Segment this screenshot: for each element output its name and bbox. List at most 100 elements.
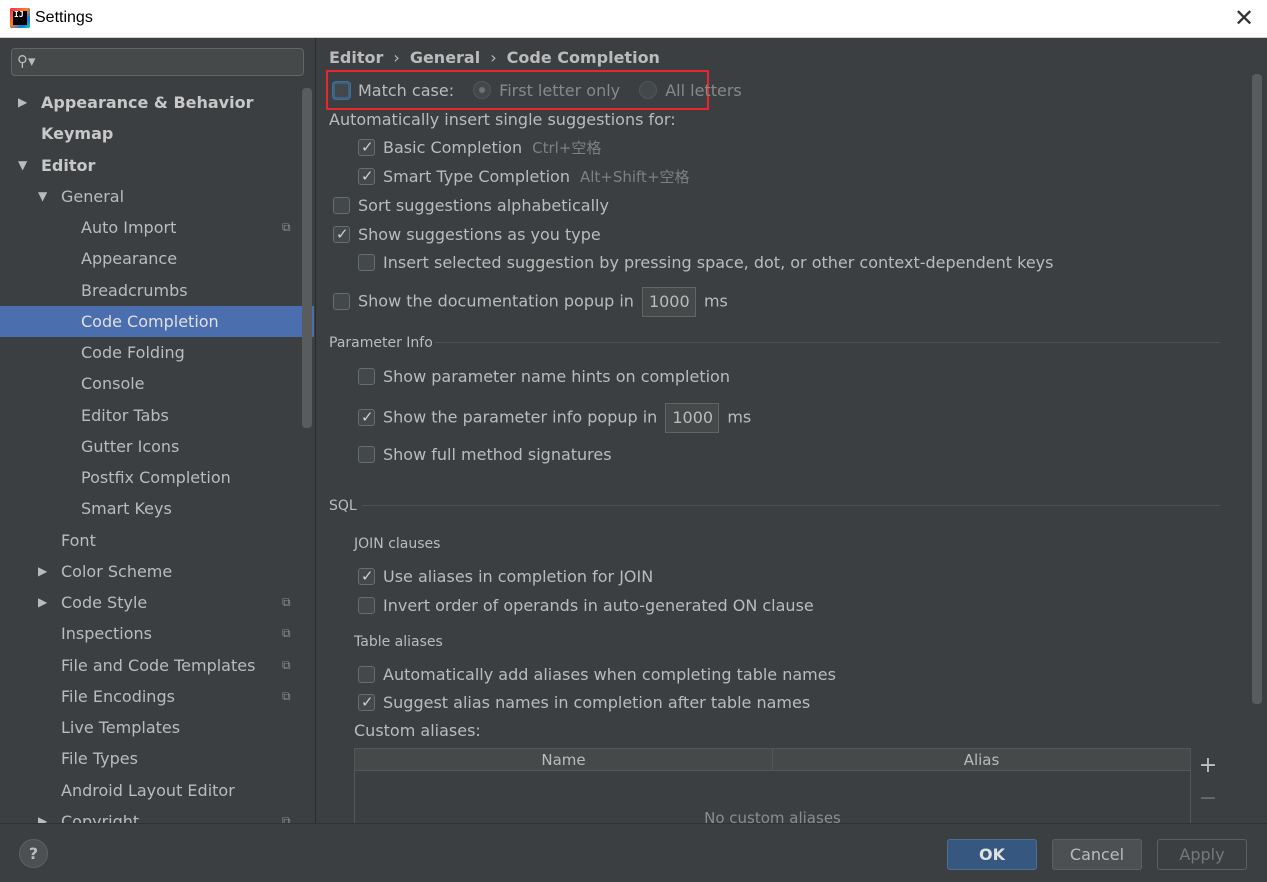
tree-item-appearance[interactable]: Appearance — [0, 243, 314, 274]
breadcrumb-separator-icon: › — [393, 48, 400, 67]
use-aliases-label: Use aliases in completion for JOIN — [383, 567, 654, 586]
code-completion-settings-panel: Editor › General › Code Completion Match cas… — [317, 38, 1267, 823]
param-info-delay-field[interactable]: 1000 — [665, 403, 720, 433]
sort-alpha-checkbox[interactable] — [333, 197, 350, 214]
insert-selected-checkbox[interactable] — [358, 254, 375, 271]
ok-button[interactable]: OK — [947, 839, 1037, 870]
full-signatures-checkbox[interactable] — [358, 446, 375, 463]
custom-aliases-label: Custom aliases: — [354, 721, 481, 740]
doc-popup-unit: ms — [703, 291, 728, 311]
settings-search-field[interactable]: ⚲▾ — [11, 48, 304, 76]
cancel-button[interactable]: Cancel — [1052, 839, 1142, 870]
match-case-row: Match case: First letter only All letter… — [333, 80, 742, 104]
tree-item-copyright[interactable]: ▶ Copyright ⧉ — [0, 806, 314, 823]
expand-arrow-icon[interactable]: ▶ — [38, 587, 47, 618]
tree-scrollbar[interactable] — [302, 88, 312, 428]
settings-tree-panel: ⚲▾ ▶ Appearance & Behavior Keymap ▼ Edit… — [0, 38, 316, 823]
tree-item-keymap[interactable]: Keymap — [0, 118, 314, 149]
use-aliases-row: Use aliases in completion for JOIN — [358, 565, 654, 590]
content-scrollbar[interactable] — [1252, 74, 1262, 704]
tree-item-appearance-behavior[interactable]: ▶ Appearance & Behavior — [0, 87, 314, 118]
param-info-popup-row: Show the parameter info popup in 1000 ms — [358, 403, 751, 435]
help-button[interactable]: ? — [19, 839, 48, 868]
basic-completion-row: Basic Completion Ctrl+空格 — [358, 136, 602, 161]
doc-popup-delay-field[interactable]: 1000 — [641, 287, 696, 317]
tree-item-live-templates[interactable]: Live Templates — [0, 712, 314, 743]
full-signatures-label: Show full method signatures — [383, 445, 612, 464]
param-name-hints-checkbox[interactable] — [358, 368, 375, 385]
tree-item-smart-keys[interactable]: Smart Keys — [0, 493, 314, 524]
intellij-app-icon: IJ — [10, 8, 30, 28]
tree-item-postfix-completion[interactable]: Postfix Completion — [0, 462, 314, 493]
full-signatures-row: Show full method signatures — [358, 444, 612, 468]
custom-aliases-table: Name Alias No custom aliases — [354, 748, 1191, 823]
tree-item-code-style[interactable]: ▶ Code Style ⧉ — [0, 587, 314, 618]
basic-completion-label: Basic Completion — [383, 138, 523, 157]
project-scope-icon: ⧉ — [282, 814, 291, 823]
tree-item-editor[interactable]: ▼ Editor — [0, 150, 314, 181]
expand-arrow-icon[interactable]: ▶ — [18, 87, 27, 118]
tree-item-file-code-templates[interactable]: File and Code Templates ⧉ — [0, 650, 314, 681]
param-name-hints-row: Show parameter name hints on completion — [358, 366, 730, 390]
table-aliases-title: Table aliases — [354, 634, 443, 650]
insert-selected-label: Insert selected suggestion by pressing s… — [383, 253, 1054, 272]
auto-insert-heading: Automatically insert single suggestions … — [329, 110, 676, 129]
tree-item-color-scheme[interactable]: ▶ Color Scheme — [0, 556, 314, 587]
suggest-alias-checkbox[interactable] — [358, 691, 375, 713]
breadcrumb-editor[interactable]: Editor — [329, 48, 383, 67]
column-header-name[interactable]: Name — [355, 749, 773, 771]
tree-item-inspections[interactable]: Inspections ⧉ — [0, 618, 314, 649]
parameter-info-title: Parameter Info — [329, 335, 433, 351]
expand-arrow-icon[interactable]: ▶ — [38, 556, 47, 587]
project-scope-icon: ⧉ — [282, 658, 291, 672]
collapse-arrow-icon[interactable]: ▼ — [38, 181, 47, 212]
tree-item-general[interactable]: ▼ General — [0, 181, 314, 212]
tree-item-editor-tabs[interactable]: Editor Tabs — [0, 400, 314, 431]
tree-item-gutter-icons[interactable]: Gutter Icons — [0, 431, 314, 462]
sql-title: SQL — [329, 498, 357, 514]
match-case-label: Match case: — [358, 81, 455, 100]
tree-item-file-encodings[interactable]: File Encodings ⧉ — [0, 681, 314, 712]
param-info-popup-checkbox[interactable] — [358, 406, 375, 428]
param-name-hints-label: Show parameter name hints on completion — [383, 367, 730, 386]
tree-item-code-completion[interactable]: Code Completion — [0, 306, 314, 337]
doc-popup-checkbox[interactable] — [333, 292, 350, 310]
close-icon[interactable]: ✕ — [1229, 4, 1259, 34]
tree-item-android-layout-editor[interactable]: Android Layout Editor — [0, 775, 314, 806]
tree-item-console[interactable]: Console — [0, 368, 314, 399]
column-header-alias[interactable]: Alias — [773, 749, 1190, 771]
show-as-type-checkbox[interactable] — [333, 223, 350, 245]
add-alias-icon[interactable]: + — [1197, 753, 1219, 778]
first-letter-only-radio[interactable] — [473, 81, 492, 99]
breadcrumb-code-completion: Code Completion — [506, 48, 660, 67]
project-scope-icon: ⧉ — [282, 626, 291, 640]
all-letters-radio[interactable] — [639, 81, 658, 99]
smart-type-completion-label: Smart Type Completion — [383, 167, 570, 186]
use-aliases-checkbox[interactable] — [358, 565, 375, 587]
tree-item-code-folding[interactable]: Code Folding — [0, 337, 314, 368]
tree-item-breadcrumbs[interactable]: Breadcrumbs — [0, 275, 314, 306]
smart-type-completion-shortcut: Alt+Shift+空格 — [579, 168, 690, 186]
tree-item-auto-import[interactable]: Auto Import ⧉ — [0, 212, 314, 243]
collapse-arrow-icon[interactable]: ▼ — [18, 150, 27, 181]
show-as-type-row: Show suggestions as you type — [333, 223, 601, 248]
tree-item-file-types[interactable]: File Types — [0, 743, 314, 774]
show-as-type-label: Show suggestions as you type — [358, 225, 601, 244]
invert-order-label: Invert order of operands in auto-generat… — [383, 596, 814, 615]
dialog-button-bar: ? OK Cancel Apply — [0, 823, 1267, 882]
basic-completion-shortcut: Ctrl+空格 — [532, 139, 602, 157]
breadcrumb: Editor › General › Code Completion — [329, 48, 660, 67]
remove-alias-icon[interactable]: − — [1197, 786, 1219, 811]
tree-item-font[interactable]: Font — [0, 525, 314, 556]
basic-completion-checkbox[interactable] — [358, 136, 375, 158]
first-letter-only-label: First letter only — [499, 81, 621, 100]
match-case-checkbox[interactable] — [333, 82, 350, 99]
smart-type-completion-checkbox[interactable] — [358, 165, 375, 187]
title-bar: IJ Settings ✕ — [0, 0, 1267, 38]
invert-order-checkbox[interactable] — [358, 597, 375, 614]
apply-button[interactable]: Apply — [1157, 839, 1247, 870]
auto-add-aliases-checkbox[interactable] — [358, 666, 375, 683]
expand-arrow-icon[interactable]: ▶ — [38, 806, 47, 823]
project-scope-icon: ⧉ — [282, 689, 291, 703]
breadcrumb-general[interactable]: General — [410, 48, 480, 67]
